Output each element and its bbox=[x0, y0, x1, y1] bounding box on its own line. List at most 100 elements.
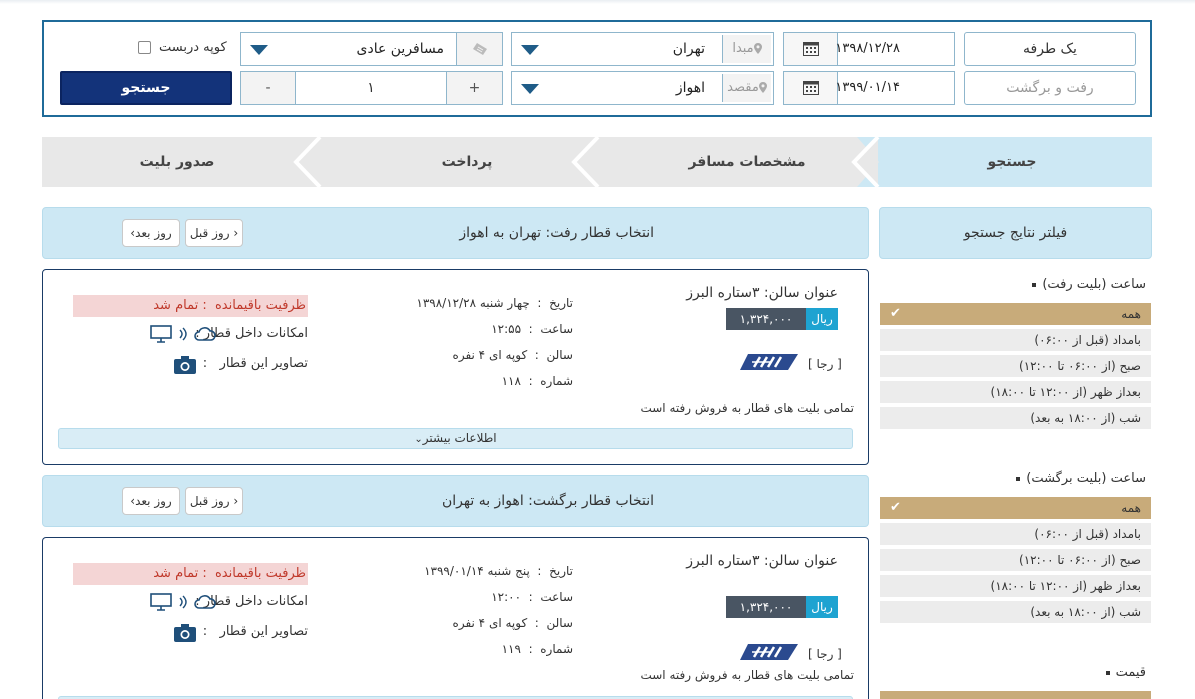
origin-select[interactable]: تهران مبدا bbox=[511, 32, 774, 66]
info-date-value: چهار شنبه ۱۳۹۸/۱۲/۲۸ bbox=[416, 296, 530, 310]
raja-logo bbox=[740, 642, 800, 666]
return-date-value: ۱۳۹۹/۰۱/۱۴ bbox=[835, 80, 900, 95]
destination-select[interactable]: اهواز مقصد bbox=[511, 71, 774, 105]
raja-logo bbox=[740, 352, 800, 376]
chevron-left-icon: ‹ bbox=[233, 226, 239, 240]
origin-value: تهران bbox=[672, 41, 705, 57]
step-separator bbox=[293, 137, 322, 187]
wifi-icon bbox=[178, 595, 188, 613]
return-title: انتخاب قطار برگشت: اهواز به تهران bbox=[442, 493, 654, 509]
next-day-label: روز بعد bbox=[135, 494, 172, 508]
step-passenger-details: مشخصات مسافر bbox=[688, 154, 806, 170]
booking-steps: جستجو مشخصات مسافر پرداخت صدور بلیت bbox=[42, 137, 1152, 187]
round-trip-button[interactable]: رفت و برگشت bbox=[964, 71, 1136, 105]
next-day-button[interactable]: روز بعد› bbox=[122, 219, 180, 247]
train-card-return: عنوان سالن: ۳ستاره البرز ریال ۱,۳۲۴,۰۰۰ … bbox=[42, 537, 869, 699]
currency-label: ریال bbox=[806, 308, 838, 330]
filter-option[interactable]: بعداز ظهر (از ۱۲:۰۰ تا ۱۸:۰۰) bbox=[880, 575, 1151, 597]
filter-option-all[interactable] bbox=[880, 691, 1151, 699]
info-number-value: ۱۱۸ bbox=[501, 374, 521, 388]
info-salon-label: سالن bbox=[546, 616, 573, 630]
check-icon: ✔ bbox=[890, 500, 901, 515]
info-time-label: ساعت bbox=[540, 590, 573, 604]
coupe-checkbox[interactable] bbox=[138, 41, 151, 54]
return-date-field[interactable]: ۱۳۹۹/۰۱/۱۴ bbox=[783, 71, 955, 105]
chevron-down-icon: ⌄ bbox=[414, 434, 423, 445]
filter-option[interactable]: صبح (از ۰۶:۰۰ تا ۱۲:۰۰) bbox=[880, 355, 1151, 377]
info-salon-value: کوپه ای ۴ نفره bbox=[452, 616, 528, 630]
filter-option-all[interactable]: همه ✔ bbox=[880, 303, 1151, 325]
chevron-left-icon: ‹ bbox=[233, 494, 239, 508]
filter-option[interactable]: شب (از ۱۸:۰۰ به بعد) bbox=[880, 407, 1151, 429]
one-way-button[interactable]: یک طرفه bbox=[964, 32, 1136, 66]
increase-button[interactable]: + bbox=[446, 71, 503, 105]
origin-label: مبدا bbox=[722, 35, 771, 63]
ticket-icon bbox=[456, 33, 502, 65]
filter-option-label: همه bbox=[1121, 307, 1141, 321]
filter-option[interactable]: بعداز ظهر (از ۱۲:۰۰ تا ۱۸:۰۰) bbox=[880, 381, 1151, 403]
top-shadow bbox=[0, 0, 1195, 4]
decrease-button[interactable]: - bbox=[240, 71, 296, 105]
info-date: تاریخ : چهار شنبه ۱۳۹۸/۱۲/۲۸ bbox=[416, 296, 573, 310]
photos-label: تصاویر این قطار : bbox=[203, 624, 308, 639]
return-header: انتخاب قطار برگشت: اهواز به تهران ‹ روز … bbox=[42, 475, 869, 527]
photos-label-text: تصاویر این قطار bbox=[219, 356, 308, 371]
salon-title: عنوان سالن: ۳ستاره البرز bbox=[686, 285, 838, 301]
info-time-value: ۱۲:۰۰ bbox=[491, 590, 522, 604]
filter-section-title: قیمت bbox=[879, 663, 1152, 683]
amenities-icons bbox=[136, 593, 216, 615]
search-panel: یک طرفه رفت و برگشت ۱۳۹۸/۱۲/۲۸ ۱۳۹۹/۰۱/۱… bbox=[42, 20, 1152, 117]
filter-option-all[interactable]: همه ✔ bbox=[880, 497, 1151, 519]
info-salon-label: سالن bbox=[546, 348, 573, 362]
calendar-icon[interactable] bbox=[784, 72, 838, 104]
company-name: [ رجا ] bbox=[808, 357, 842, 371]
previous-day-button[interactable]: ‹ روز قبل bbox=[185, 219, 243, 247]
cloud-icon bbox=[194, 326, 216, 346]
photos-colon: : bbox=[202, 356, 208, 371]
company-info: [ رجا ] bbox=[740, 642, 842, 666]
sold-out-note: تمامی بلیت های قطار به فروش رفته است bbox=[640, 401, 854, 415]
next-day-button[interactable]: روز بعد› bbox=[122, 487, 180, 515]
filter-section-title: ساعت (بلیت برگشت) bbox=[879, 469, 1152, 489]
dropdown-arrow-icon[interactable] bbox=[521, 84, 539, 94]
step-ticket-issue: صدور بلیت bbox=[139, 154, 215, 170]
train-card-outbound: عنوان سالن: ۳ستاره البرز ریال ۱,۳۲۴,۰۰۰ … bbox=[42, 269, 869, 465]
outbound-title: انتخاب قطار رفت: تهران به اهواز bbox=[459, 225, 654, 241]
dropdown-arrow-icon[interactable] bbox=[521, 45, 539, 55]
destination-value: اهواز bbox=[675, 80, 705, 96]
search-button[interactable]: جستجو bbox=[60, 71, 232, 105]
info-date-label: تاریخ bbox=[549, 564, 573, 578]
camera-icon[interactable] bbox=[174, 624, 196, 642]
previous-day-label: روز قبل bbox=[189, 494, 230, 508]
outbound-header: انتخاب قطار رفت: تهران به اهواز ‹ روز قب… bbox=[42, 207, 869, 259]
filter-option[interactable]: بامداد (قبل از ۰۶:۰۰) bbox=[880, 329, 1151, 351]
previous-day-button[interactable]: ‹ روز قبل bbox=[185, 487, 243, 515]
destination-label-text: مقصد bbox=[727, 80, 759, 95]
info-time: ساعت : ۱۲:۵۵ bbox=[491, 322, 573, 336]
info-time: ساعت : ۱۲:۰۰ bbox=[491, 590, 573, 604]
camera-icon[interactable] bbox=[174, 356, 196, 374]
calendar-icon[interactable] bbox=[784, 33, 838, 65]
more-info-bar[interactable]: اطلاعات بیشتر⌄ bbox=[58, 428, 853, 449]
check-icon: ✔ bbox=[890, 306, 901, 321]
sold-out-note: تمامی بلیت های قطار به فروش رفته است bbox=[640, 668, 854, 682]
filter-title: فیلتر نتایج جستجو bbox=[879, 207, 1152, 259]
capacity-row: ظرفیت باقیمانده : تمام شد bbox=[73, 295, 308, 317]
dropdown-arrow-icon[interactable] bbox=[250, 45, 268, 55]
filter-option[interactable]: صبح (از ۰۶:۰۰ تا ۱۲:۰۰) bbox=[880, 549, 1151, 571]
price-badge: ریال ۱,۳۲۴,۰۰۰ bbox=[726, 308, 838, 330]
info-time-label: ساعت bbox=[540, 322, 573, 336]
passenger-type-select[interactable]: مسافرین عادی bbox=[240, 32, 503, 66]
step-payment: پرداخت bbox=[441, 154, 493, 170]
photos-label-text: تصاویر این قطار bbox=[219, 624, 308, 639]
info-salon: سالن : کوپه ای ۴ نفره bbox=[452, 616, 573, 630]
depart-date-field[interactable]: ۱۳۹۸/۱۲/۲۸ bbox=[783, 32, 955, 66]
filter-option[interactable]: شب (از ۱۸:۰۰ به بعد) bbox=[880, 601, 1151, 623]
filter-option[interactable]: بامداد (قبل از ۰۶:۰۰) bbox=[880, 523, 1151, 545]
location-pin-icon bbox=[753, 35, 762, 63]
passenger-count-input[interactable]: ۱ bbox=[295, 71, 447, 105]
step-search: جستجو bbox=[987, 154, 1037, 170]
info-salon-value: کوپه ای ۴ نفره bbox=[452, 348, 528, 362]
coupe-checkbox-row[interactable]: کوپه دربست bbox=[138, 40, 227, 55]
coupe-label: کوپه دربست bbox=[159, 40, 227, 55]
